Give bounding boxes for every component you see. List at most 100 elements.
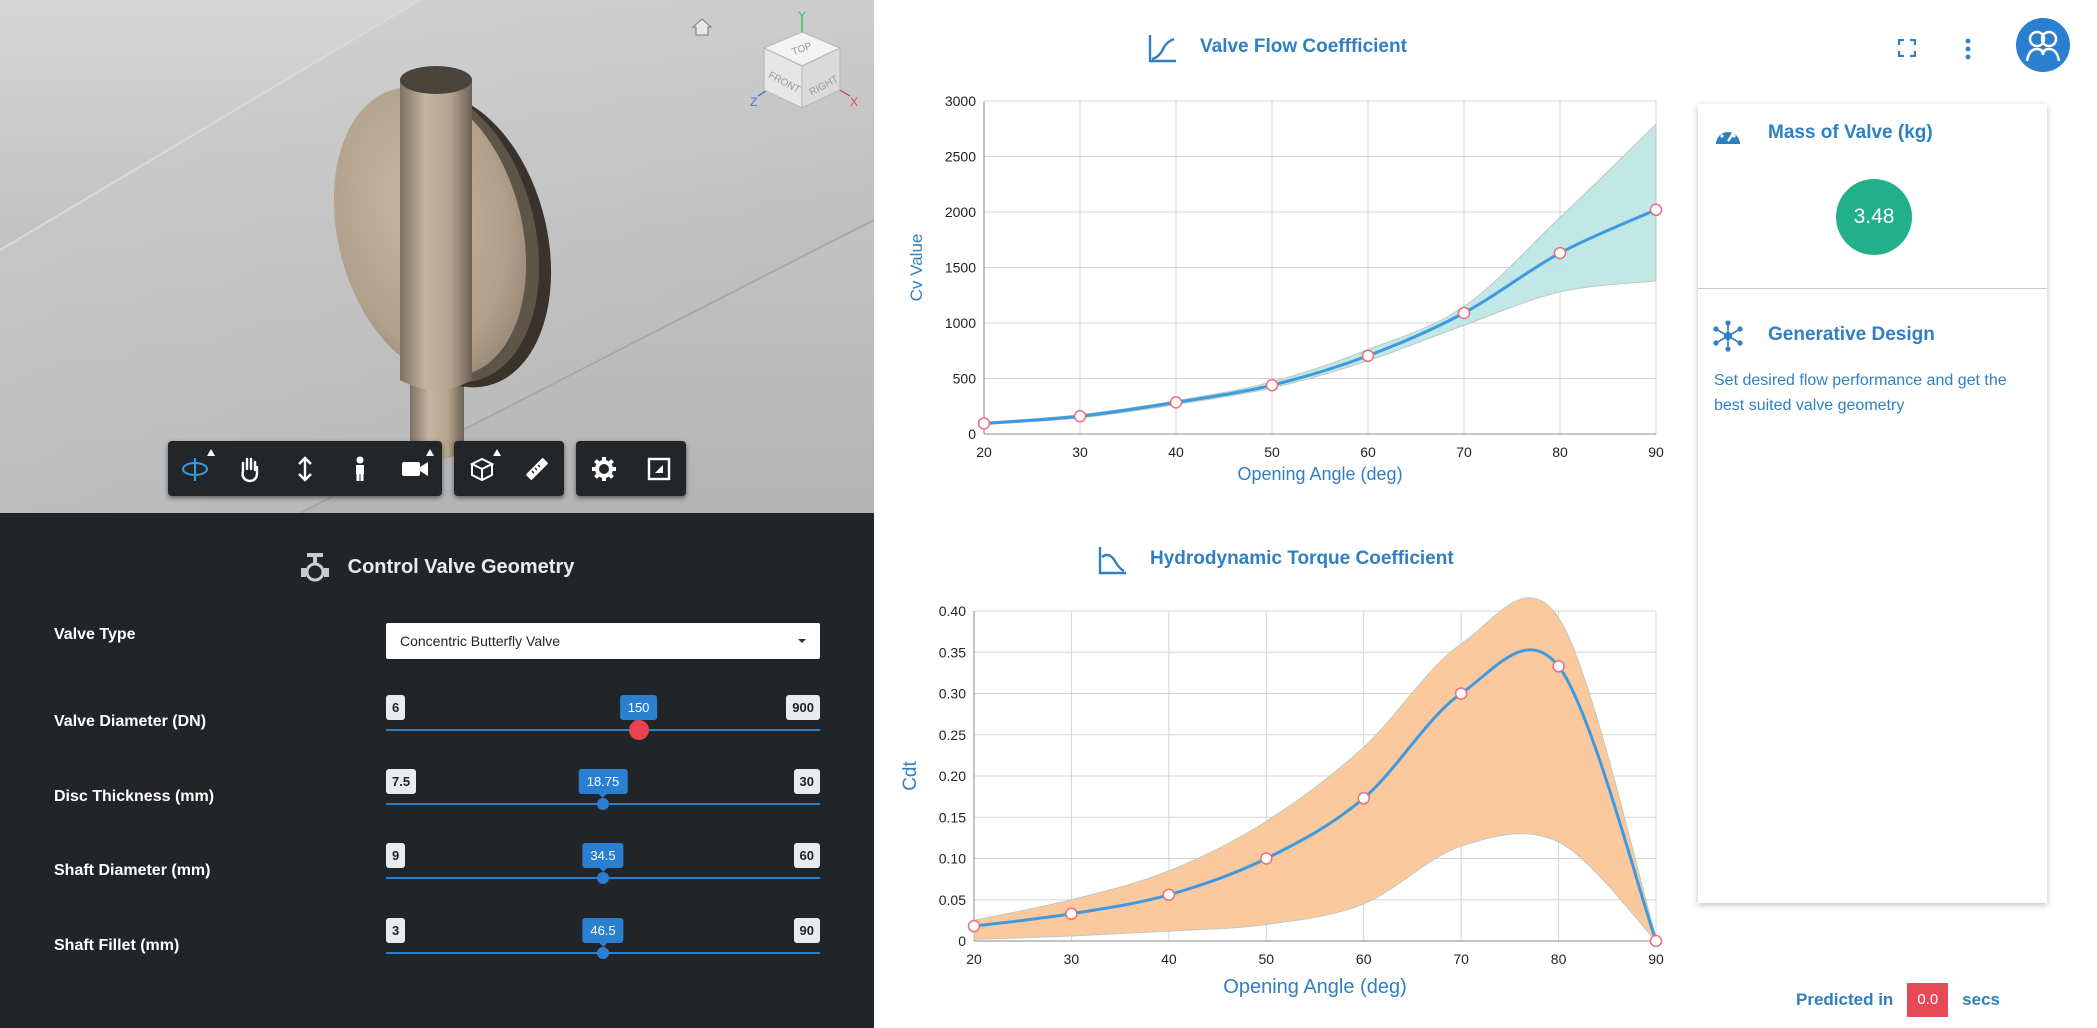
cv-chart: 0 500 1000 1500 2000 2500 3000 20 30 40 50 60 70 80 90… [907,93,1664,484]
first-person-icon [355,456,364,481]
y-tick-label: 0.15 [939,809,966,825]
x-tick-label: 90 [1648,444,1664,460]
data-point [1065,907,1078,921]
first-person-button[interactable] [332,441,387,496]
data-point [977,417,991,430]
y-tick-label: 2500 [945,149,976,165]
slider-handle[interactable] [597,798,609,810]
x-tick-label: 50 [1258,951,1274,967]
axis-y-label: Y [798,9,806,23]
camera-button[interactable] [387,441,442,496]
fullscreen-icon[interactable] [1898,39,1916,57]
slider-min: 3 [386,918,406,943]
slider-handle[interactable] [628,720,649,740]
navigation-toolbar [168,441,442,496]
speedometer-icon [1716,128,1740,144]
zoom-button[interactable] [278,441,333,496]
more-vertical-icon[interactable] [1964,38,1972,60]
slider-min: 9 [386,843,406,868]
x-tick-label: 90 [1648,951,1664,967]
torque-chart-title: Hydrodynamic Torque Coefficient [1150,548,1454,569]
area-chart-icon [1098,547,1126,575]
viewcube[interactable]: Y X Z TOP FRONT RIGHT [742,6,862,126]
valve-type-label: Valve Type [54,626,136,643]
panel-header: Control Valve Geometry [0,545,874,589]
panel-title: Control Valve Geometry [347,555,575,578]
home-icon[interactable] [690,15,714,39]
x-tick-label: 80 [1552,444,1568,460]
x-tick-label: 40 [1168,444,1184,460]
y-tick-label: 0.30 [939,686,966,702]
user-avatar-button[interactable] [2016,18,2070,72]
slider-track[interactable] [386,729,820,731]
data-point [967,919,981,933]
x-tick-label: 60 [1360,444,1376,460]
data-point [1454,687,1468,700]
data-point [1552,660,1565,673]
y-tick-label: 0.25 [939,727,966,743]
measure-button[interactable] [509,441,564,496]
fullscreen-viewer-button[interactable] [631,441,686,496]
x-tick-label: 70 [1453,951,1469,967]
disc-thickness-slider[interactable]: 7.5 30 18.75 [386,769,820,819]
data-point [1553,246,1567,260]
results-card: Mass of Valve (kg) 3.48 Generative Desig… [1698,104,2047,903]
explode-model-icon [469,457,494,481]
prediction-suffix: secs [1962,990,2000,1009]
slider-handle[interactable] [597,947,609,959]
data-point [1162,888,1176,902]
x-tick-label: 30 [1064,951,1080,967]
y-axis-label: Cdt [900,761,921,791]
mass-value-badge: 3.48 [1836,179,1912,255]
settings-gear-icon [591,456,616,481]
valve-diameter-slider[interactable]: 6 900 150 [386,695,820,745]
3d-viewer[interactable]: Y X Z TOP FRONT RIGHT [0,0,874,513]
x-tick-label: 20 [976,444,992,460]
slider-label-valve-diameter: Valve Diameter (DN) [54,713,207,730]
zoom-icon [298,455,312,482]
y-tick-label: 0.05 [939,892,966,908]
y-tick-label: 0.20 [939,768,966,784]
torque-chart: 0 0.05 0.10 0.15 0.20 0.25 0.30 0.35 0.40 20 30 40 5… [900,597,1664,998]
orbit-button[interactable] [168,441,223,496]
data-point [1649,934,1663,948]
settings-button[interactable] [576,441,631,496]
x-axis-label: Opening Angle (deg) [1237,464,1402,484]
shaft-diameter-slider[interactable]: 9 60 34.5 [386,843,820,893]
slider-max: 900 [786,695,820,720]
pan-button[interactable] [223,441,278,496]
slider-label-shaft-diameter: Shaft Diameter (mm) [54,862,211,879]
y-tick-label: 500 [953,371,977,387]
x-tick-label: 50 [1264,444,1280,460]
y-tick-label: 1500 [945,260,976,276]
prediction-status: Predicted in 0.0 secs [1796,983,2000,1017]
valve-type-select[interactable]: Concentric Butterfly Valve [386,623,820,659]
model-toolbar [454,441,564,496]
cv-chart-title: Valve Flow Coeffficient [1200,36,1407,57]
y-tick-label: 0 [958,933,966,949]
slider-max: 90 [793,918,820,943]
confidence-band [983,123,1657,426]
data-point [1073,409,1087,423]
explode-model-button[interactable] [454,441,509,496]
axis-z-label: Z [750,95,757,109]
camera-icon [401,461,428,476]
x-axis-label: Opening Angle (deg) [1223,976,1406,998]
y-tick-label: 0.10 [939,851,966,867]
y-tick-label: 0 [968,426,976,442]
shaft-fillet-slider[interactable]: 3 90 46.5 [386,918,820,968]
user-avatar-icon [2025,30,2061,62]
data-point [1260,852,1273,865]
valve-icon [300,553,329,582]
data-point [1169,396,1183,409]
valve-type-value: Concentric Butterfly Valve [400,633,561,649]
confidence-band [973,597,1657,943]
y-tick-label: 0.40 [939,603,966,619]
data-point [1361,349,1375,362]
data-point [1649,203,1663,217]
flyout-indicator [206,449,215,456]
slider-handle[interactable] [597,872,609,884]
orbit-icon [182,457,209,481]
fullscreen-icon [647,457,670,480]
slider-label-shaft-fillet: Shaft Fillet (mm) [54,937,180,954]
